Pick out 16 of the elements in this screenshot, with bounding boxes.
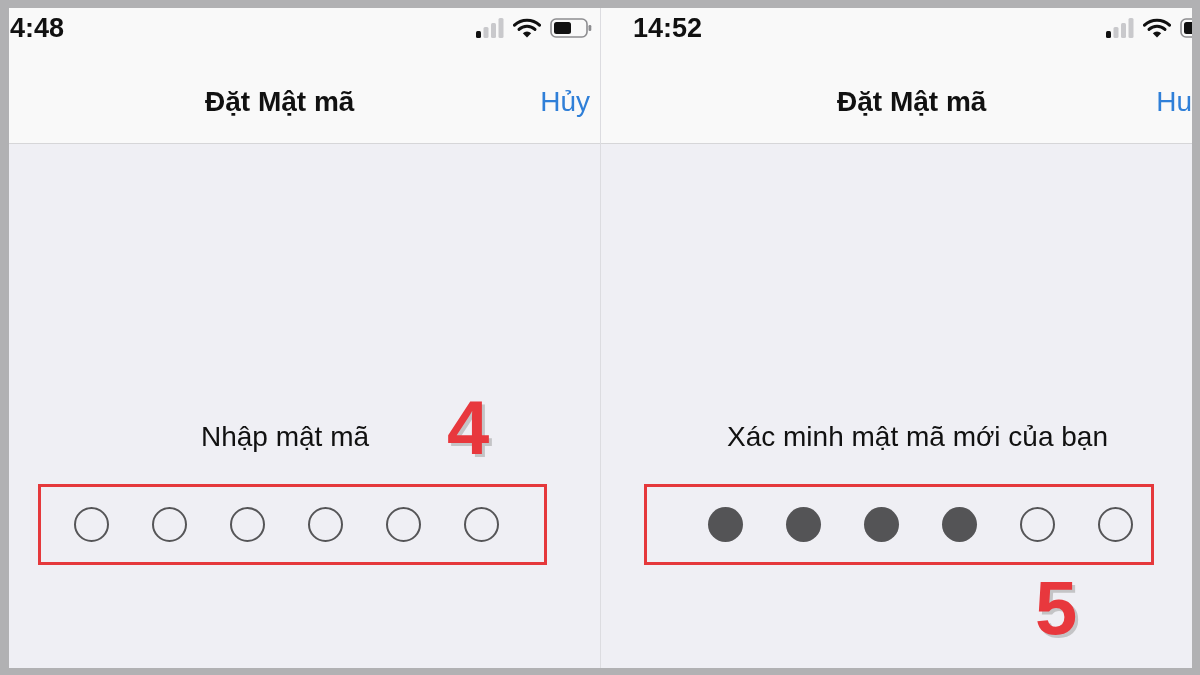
- prompt-text: Xác minh mật mã mới của bạn: [727, 420, 1108, 454]
- cancel-button[interactable]: Hủy: [540, 85, 590, 119]
- signal-icon: [476, 18, 504, 38]
- prompt-text: Nhập mật mã: [200, 420, 370, 454]
- battery-icon: [1180, 18, 1192, 38]
- wifi-icon: [513, 18, 541, 38]
- nav-title: Đặt Mật mã: [837, 85, 987, 119]
- step-number: 4: [447, 390, 490, 466]
- signal-icon: [1106, 18, 1134, 38]
- battery-icon: [550, 18, 592, 38]
- cancel-button[interactable]: Hu: [1156, 85, 1192, 119]
- nav-title: Đặt Mật mã: [205, 85, 355, 119]
- step-number: 5: [1035, 570, 1078, 646]
- status-time: 14:52: [633, 14, 703, 42]
- wifi-icon: [1143, 18, 1171, 38]
- status-time: 4:48: [10, 14, 65, 42]
